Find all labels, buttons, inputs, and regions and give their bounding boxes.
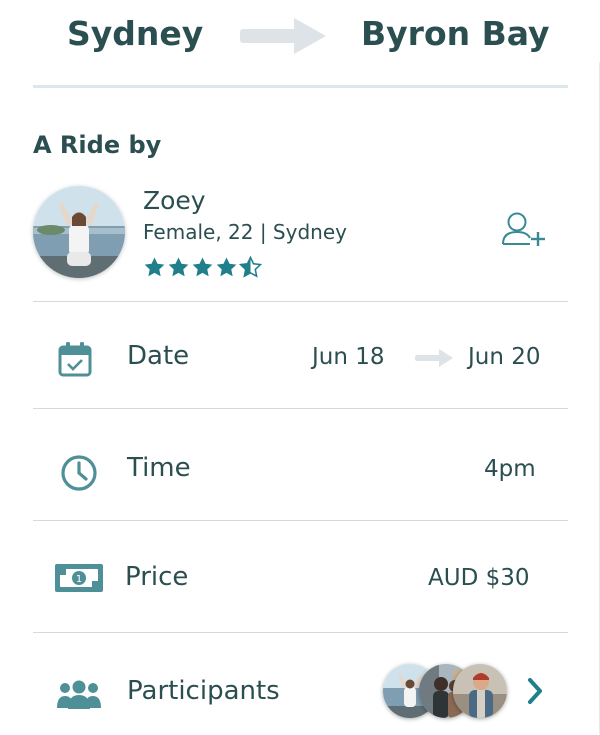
driver-name: Zoey — [143, 186, 206, 215]
star-icon — [216, 257, 237, 277]
date-range-arrow-icon — [415, 349, 453, 367]
participants-label: Participants — [127, 676, 280, 706]
date-end: Jun 20 — [468, 344, 541, 370]
participant-avatars[interactable] — [383, 664, 513, 720]
date-start: Jun 18 — [312, 344, 385, 370]
origin-city: Sydney — [67, 14, 204, 53]
svg-text:1: 1 — [76, 574, 82, 585]
section-title: A Ride by — [33, 131, 162, 159]
divider — [33, 408, 568, 409]
price-value: AUD $30 — [428, 565, 530, 591]
calendar-check-icon — [58, 342, 92, 377]
divider — [33, 520, 568, 521]
time-label: Time — [127, 453, 191, 483]
date-label: Date — [127, 341, 190, 371]
driver-avatar[interactable] — [33, 186, 125, 278]
star-icon — [168, 257, 189, 277]
chevron-right-icon[interactable] — [524, 676, 546, 706]
header-divider — [33, 85, 568, 88]
price-label: Price — [125, 562, 189, 592]
banknote-icon: 1 — [55, 564, 103, 592]
add-friend-icon[interactable] — [500, 210, 550, 250]
destination-city: Byron Bay — [361, 14, 550, 53]
route-arrow-icon — [240, 18, 326, 54]
half-star-icon — [239, 256, 262, 278]
group-icon — [57, 680, 101, 709]
driver-rating — [143, 256, 262, 279]
route-header: Sydney Byron Bay — [0, 0, 600, 70]
driver-details: Female, 22 | Sydney — [143, 220, 347, 244]
divider — [33, 301, 568, 302]
star-icon — [192, 257, 213, 277]
divider — [33, 632, 568, 633]
time-value: 4pm — [484, 456, 536, 482]
participant-avatar[interactable] — [453, 664, 507, 718]
star-icon — [144, 257, 165, 277]
clock-icon — [61, 455, 97, 491]
